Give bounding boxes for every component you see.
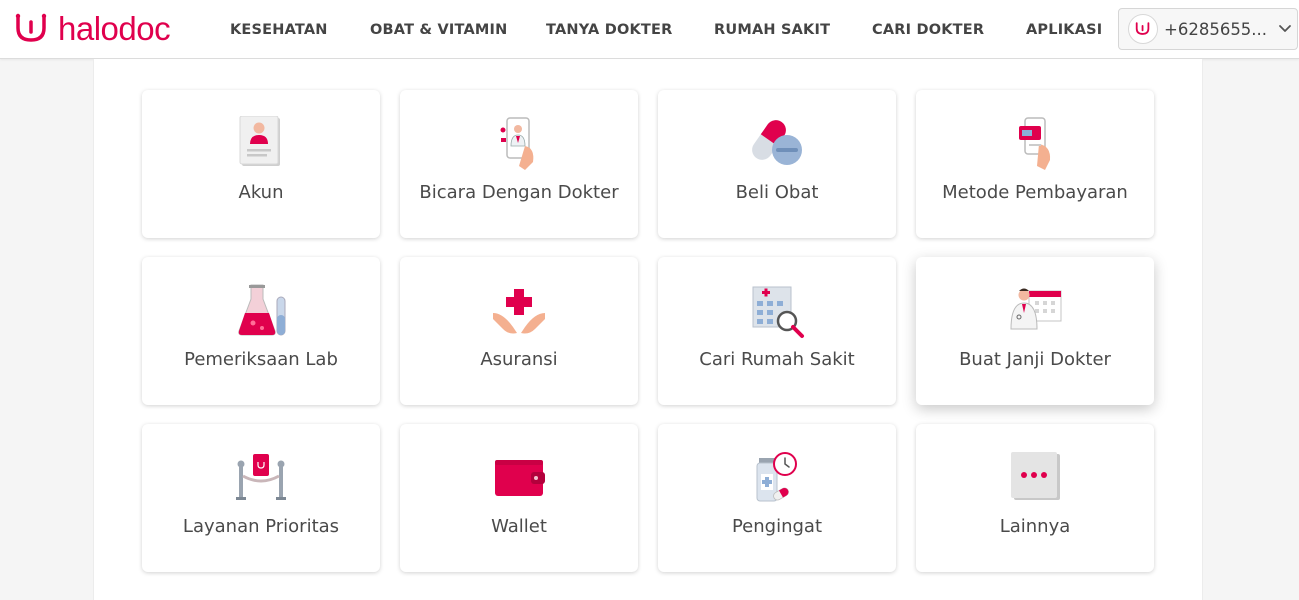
menu-card-label: Layanan Prioritas — [182, 516, 340, 537]
menu-card-label: Akun — [238, 182, 284, 203]
nav-obat-vitamin[interactable]: OBAT & VITAMIN — [370, 0, 507, 59]
menu-card-label: Metode Pembayaran — [942, 182, 1128, 203]
stethoscope-logo-icon — [12, 12, 52, 46]
nav-cari-dokter[interactable]: CARI DOKTER — [872, 0, 984, 59]
nav-aplikasi[interactable]: APLIKASI — [1026, 0, 1102, 59]
menu-card-label: Wallet — [491, 516, 547, 537]
talk-to-doctor-icon — [489, 116, 549, 172]
menu-card-label: Cari Rumah Sakit — [699, 349, 855, 370]
hospital-search-icon — [747, 283, 807, 339]
menu-card-label: Lainnya — [999, 516, 1071, 537]
priority-service-icon — [231, 450, 291, 506]
nav-rumah-sakit[interactable]: RUMAH SAKIT — [714, 0, 830, 59]
menu-card-label: Beli Obat — [735, 182, 819, 203]
menu-card-buat-janji-dokter[interactable]: Buat Janji Dokter — [916, 257, 1154, 405]
menu-card-label: Pengingat — [731, 516, 823, 537]
lab-flask-icon — [231, 283, 291, 339]
reminder-icon — [747, 450, 807, 506]
halodoc-logo[interactable]: halodoc — [12, 10, 171, 48]
wallet-icon — [489, 450, 549, 506]
menu-card-akun[interactable]: Akun — [142, 90, 380, 238]
menu-card-pemeriksaan-lab[interactable]: Pemeriksaan Lab — [142, 257, 380, 405]
menu-card-lainnya[interactable]: Lainnya — [916, 424, 1154, 572]
menu-card-label: Buat Janji Dokter — [959, 349, 1111, 370]
pills-icon — [747, 116, 807, 172]
brand-name: halodoc — [58, 10, 171, 47]
menu-card-pengingat[interactable]: Pengingat — [658, 424, 896, 572]
nav-kesehatan[interactable]: KESEHATAN — [230, 0, 328, 59]
account-profile-icon — [231, 115, 291, 172]
menu-card-wallet[interactable]: Wallet — [400, 424, 638, 572]
menu-card-label: Asuransi — [480, 349, 558, 370]
menu-card-label: Pemeriksaan Lab — [184, 349, 338, 370]
menu-card-bicara-dengan-dokter[interactable]: Bicara Dengan Dokter — [400, 90, 638, 238]
nav-tanya-dokter[interactable]: TANYA DOKTER — [546, 0, 672, 59]
chevron-down-icon — [1278, 24, 1292, 34]
menu-card-cari-rumah-sakit[interactable]: Cari Rumah Sakit — [658, 257, 896, 405]
stethoscope-icon — [1128, 14, 1158, 44]
menu-card-metode-pembayaran[interactable]: Metode Pembayaran — [916, 90, 1154, 238]
insurance-hands-icon — [489, 283, 549, 339]
more-icon — [1005, 450, 1065, 506]
payment-method-icon — [1005, 116, 1065, 172]
account-phone: +6285655... — [1164, 19, 1268, 39]
account-dropdown[interactable]: +6285655... — [1118, 8, 1298, 50]
menu-card-label: Bicara Dengan Dokter — [419, 182, 619, 203]
menu-card-beli-obat[interactable]: Beli Obat — [658, 90, 896, 238]
top-navbar: halodoc KESEHATAN OBAT & VITAMIN TANYA D… — [0, 0, 1299, 59]
doctor-appointment-icon — [1005, 283, 1065, 339]
menu-card-asuransi[interactable]: Asuransi — [400, 257, 638, 405]
menu-card-layanan-prioritas[interactable]: Layanan Prioritas — [142, 424, 380, 572]
